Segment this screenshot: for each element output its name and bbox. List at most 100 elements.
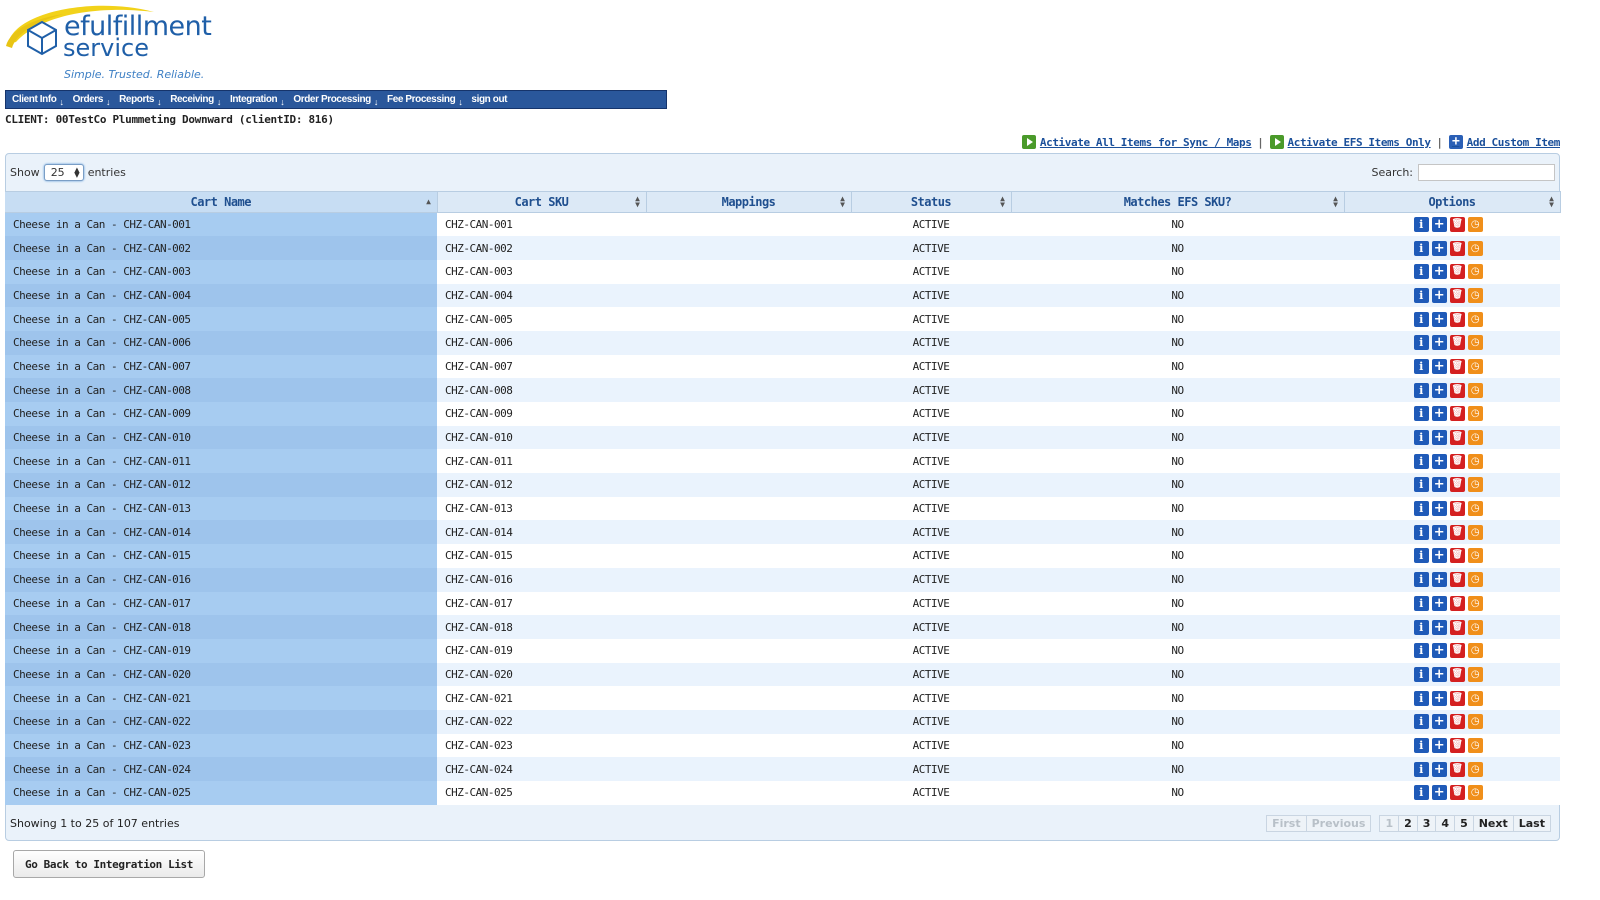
add-icon[interactable]: +	[1431, 761, 1447, 777]
info-icon[interactable]: i	[1413, 548, 1429, 564]
trash-icon[interactable]: 🗑	[1449, 287, 1465, 303]
info-icon[interactable]: i	[1413, 785, 1429, 801]
nav-sign-out[interactable]: sign out	[471, 94, 507, 105]
clock-icon[interactable]: ◷	[1467, 287, 1483, 303]
nav-fee-processing[interactable]: Fee Processing ↓	[387, 93, 463, 107]
clock-icon[interactable]: ◷	[1467, 406, 1483, 422]
add-icon[interactable]: +	[1431, 240, 1447, 256]
trash-icon[interactable]: 🗑	[1449, 501, 1465, 517]
clock-icon[interactable]: ◷	[1467, 785, 1483, 801]
info-icon[interactable]: i	[1413, 335, 1429, 351]
clock-icon[interactable]: ◷	[1467, 382, 1483, 398]
trash-icon[interactable]: 🗑	[1449, 453, 1465, 469]
trash-icon[interactable]: 🗑	[1449, 382, 1465, 398]
add-icon[interactable]: +	[1431, 382, 1447, 398]
trash-icon[interactable]: 🗑	[1449, 785, 1465, 801]
back-to-integration-list-button[interactable]: Go Back to Integration List	[13, 850, 205, 878]
nav-client-info[interactable]: Client Info ↓	[12, 93, 64, 107]
clock-icon[interactable]: ◷	[1467, 524, 1483, 540]
search-input[interactable]	[1418, 164, 1555, 181]
clock-icon[interactable]: ◷	[1467, 335, 1483, 351]
activate-all-link[interactable]: Activate All Items for Sync / Maps	[1021, 135, 1252, 149]
clock-icon[interactable]: ◷	[1467, 311, 1483, 327]
info-icon[interactable]: i	[1413, 666, 1429, 682]
clock-icon[interactable]: ◷	[1467, 453, 1483, 469]
clock-icon[interactable]: ◷	[1467, 714, 1483, 730]
info-icon[interactable]: i	[1413, 572, 1429, 588]
trash-icon[interactable]: 🗑	[1449, 335, 1465, 351]
nav-order-processing[interactable]: Order Processing ↓	[293, 93, 378, 107]
add-icon[interactable]: +	[1431, 714, 1447, 730]
info-icon[interactable]: i	[1413, 595, 1429, 611]
column-header-cart-name[interactable]: Cart Name ▲	[5, 191, 438, 213]
clock-icon[interactable]: ◷	[1467, 501, 1483, 517]
clock-icon[interactable]: ◷	[1467, 430, 1483, 446]
column-header-matches-efs-sku[interactable]: Matches EFS SKU? ▲ ▼	[1011, 191, 1345, 213]
info-icon[interactable]: i	[1413, 311, 1429, 327]
info-icon[interactable]: i	[1413, 737, 1429, 753]
nav-orders[interactable]: Orders ↓	[73, 93, 111, 107]
pager-4[interactable]: 4	[1435, 814, 1456, 832]
trash-icon[interactable]: 🗑	[1449, 524, 1465, 540]
add-icon[interactable]: +	[1431, 217, 1447, 233]
column-header-mappings[interactable]: Mappings ▲ ▼	[646, 191, 852, 213]
add-icon[interactable]: +	[1431, 311, 1447, 327]
clock-icon[interactable]: ◷	[1467, 548, 1483, 564]
column-header-cart-sku[interactable]: Cart SKU ▲ ▼	[437, 191, 647, 213]
pager-last[interactable]: Last	[1512, 814, 1551, 832]
page-size-select[interactable]: 25 ▲ ▼	[43, 164, 84, 181]
column-header-options[interactable]: Options ▲ ▼	[1344, 191, 1561, 213]
add-icon[interactable]: +	[1431, 287, 1447, 303]
activate-efs-link[interactable]: Activate EFS Items Only	[1269, 135, 1431, 149]
trash-icon[interactable]: 🗑	[1449, 311, 1465, 327]
add-icon[interactable]: +	[1431, 406, 1447, 422]
trash-icon[interactable]: 🗑	[1449, 761, 1465, 777]
add-icon[interactable]: +	[1431, 477, 1447, 493]
add-icon[interactable]: +	[1431, 690, 1447, 706]
trash-icon[interactable]: 🗑	[1449, 358, 1465, 374]
trash-icon[interactable]: 🗑	[1449, 595, 1465, 611]
clock-icon[interactable]: ◷	[1467, 572, 1483, 588]
nav-integration[interactable]: Integration ↓	[230, 93, 285, 107]
trash-icon[interactable]: 🗑	[1449, 737, 1465, 753]
nav-receiving[interactable]: Receiving ↓	[170, 93, 221, 107]
add-icon[interactable]: +	[1431, 595, 1447, 611]
clock-icon[interactable]: ◷	[1467, 690, 1483, 706]
add-icon[interactable]: +	[1431, 643, 1447, 659]
info-icon[interactable]: i	[1413, 524, 1429, 540]
trash-icon[interactable]: 🗑	[1449, 406, 1465, 422]
clock-icon[interactable]: ◷	[1467, 240, 1483, 256]
trash-icon[interactable]: 🗑	[1449, 690, 1465, 706]
trash-icon[interactable]: 🗑	[1449, 217, 1465, 233]
clock-icon[interactable]: ◷	[1467, 358, 1483, 374]
add-icon[interactable]: +	[1431, 785, 1447, 801]
info-icon[interactable]: i	[1413, 761, 1429, 777]
add-icon[interactable]: +	[1431, 572, 1447, 588]
trash-icon[interactable]: 🗑	[1449, 619, 1465, 635]
trash-icon[interactable]: 🗑	[1449, 240, 1465, 256]
info-icon[interactable]: i	[1413, 287, 1429, 303]
clock-icon[interactable]: ◷	[1467, 217, 1483, 233]
info-icon[interactable]: i	[1413, 453, 1429, 469]
trash-icon[interactable]: 🗑	[1449, 264, 1465, 280]
pager-5[interactable]: 5	[1454, 814, 1474, 832]
info-icon[interactable]: i	[1413, 382, 1429, 398]
info-icon[interactable]: i	[1413, 430, 1429, 446]
clock-icon[interactable]: ◷	[1467, 666, 1483, 682]
add-icon[interactable]: +	[1431, 524, 1447, 540]
info-icon[interactable]: i	[1413, 690, 1429, 706]
trash-icon[interactable]: 🗑	[1449, 572, 1465, 588]
info-icon[interactable]: i	[1413, 714, 1429, 730]
pager-3[interactable]: 3	[1416, 814, 1437, 832]
trash-icon[interactable]: 🗑	[1449, 477, 1465, 493]
add-icon[interactable]: +	[1431, 501, 1447, 517]
clock-icon[interactable]: ◷	[1467, 619, 1483, 635]
info-icon[interactable]: i	[1413, 477, 1429, 493]
info-icon[interactable]: i	[1413, 358, 1429, 374]
clock-icon[interactable]: ◷	[1467, 477, 1483, 493]
pager-next[interactable]: Next	[1472, 814, 1514, 832]
info-icon[interactable]: i	[1413, 217, 1429, 233]
trash-icon[interactable]: 🗑	[1449, 430, 1465, 446]
trash-icon[interactable]: 🗑	[1449, 643, 1465, 659]
add-icon[interactable]: +	[1431, 430, 1447, 446]
